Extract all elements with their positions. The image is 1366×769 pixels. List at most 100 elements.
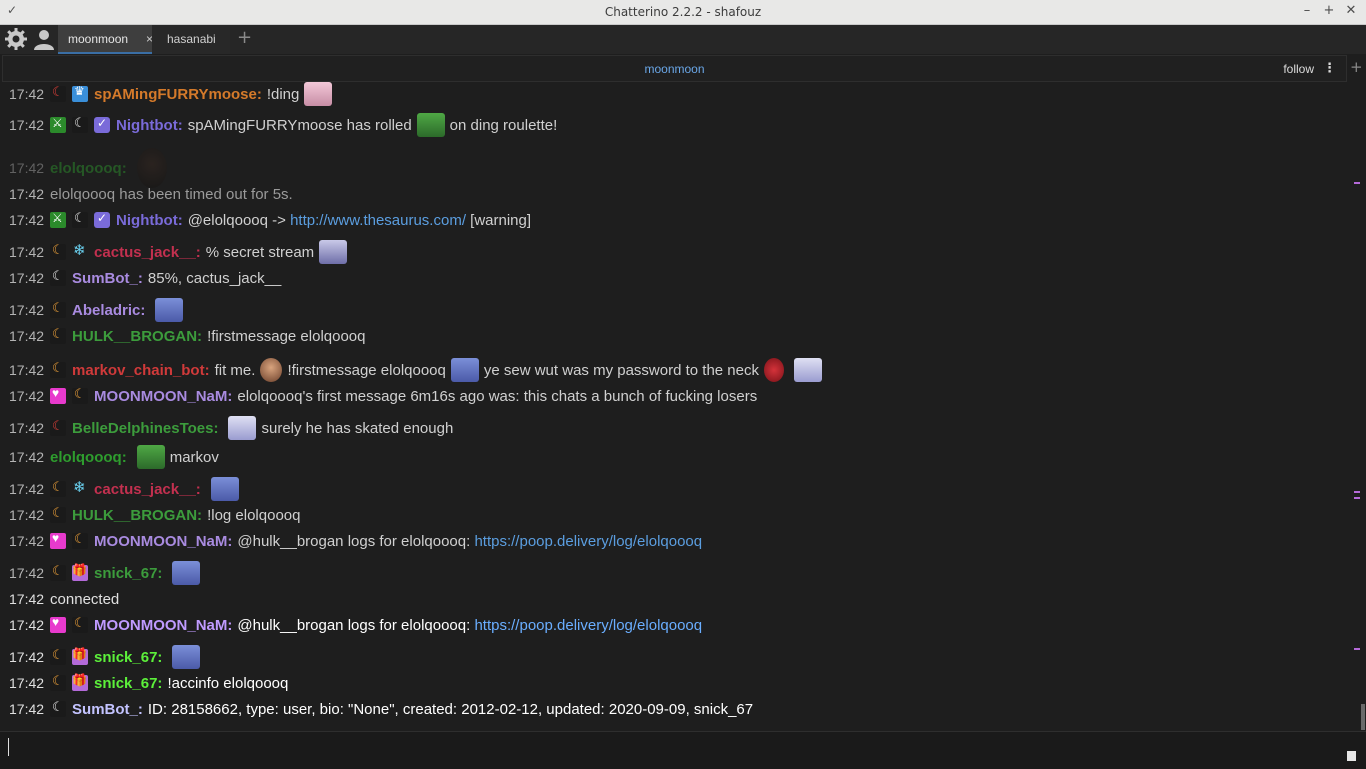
minimize-icon[interactable]: – [1300, 2, 1314, 20]
moon-badge-icon[interactable] [50, 300, 67, 318]
username[interactable]: SumBot_: [72, 270, 143, 287]
username[interactable]: snick_67: [94, 675, 162, 692]
moon-badge-icon[interactable] [50, 418, 67, 436]
timestamp: 17:42 [9, 117, 45, 133]
moon-badge-icon[interactable] [50, 326, 67, 344]
moon-badge-icon[interactable] [50, 505, 67, 523]
username[interactable]: HULK__BROGAN: [72, 328, 202, 345]
moon-badge-icon[interactable] [50, 268, 67, 286]
chat-message: 17:42 Nightbot: @elolqoooq -> http://www… [9, 208, 1360, 232]
message-text: elolqoooq's first message 6m16s ago was:… [237, 387, 758, 405]
username[interactable]: MOONMOON_NaM: [94, 388, 232, 405]
moon-badge-icon[interactable] [50, 360, 67, 378]
username[interactable]: markov_chain_bot: [72, 362, 210, 379]
window-title: Chatterino 2.2.2 - shafouz [604, 5, 762, 19]
chat-message: 17:42 HULK__BROGAN: !log elolqoooq [9, 503, 1360, 527]
moon-badge-icon[interactable] [72, 615, 89, 633]
moon-badge-icon[interactable] [50, 647, 67, 665]
emote-image[interactable] [450, 358, 479, 382]
chat-message: 17:42 SumBot_: 85%, cactus_jack__ [9, 266, 1360, 290]
emote-image[interactable] [319, 240, 348, 264]
chat-message: 17:42 markov_chain_bot: fit me. !firstme… [9, 358, 1360, 382]
emote-image[interactable] [794, 358, 822, 382]
emote-image[interactable] [304, 82, 333, 106]
emote-image[interactable] [260, 358, 283, 382]
scrollbar-thumb[interactable] [1361, 704, 1365, 730]
timestamp: 17:42 [9, 186, 45, 202]
gift-badge-icon[interactable] [72, 673, 89, 691]
username[interactable]: elolqoooq: [50, 160, 127, 177]
follow-button[interactable]: follow [1283, 62, 1314, 76]
message-link[interactable]: https://poop.delivery/log/elolqoooq [474, 617, 702, 634]
emote-picker-icon[interactable] [1347, 751, 1356, 761]
message-link[interactable]: http://www.thesaurus.com/ [290, 212, 466, 229]
gem-badge-icon[interactable] [50, 531, 67, 549]
chat-message: 17:42 spAMingFURRYmoose: !ding [9, 82, 1360, 106]
verified-bot-icon[interactable] [94, 211, 111, 228]
moon-badge-icon[interactable] [72, 210, 89, 228]
channel-name[interactable]: moonmoon [3, 62, 1346, 76]
username[interactable]: spAMingFURRYmoose: [94, 86, 262, 103]
username[interactable]: SumBot_: [72, 701, 143, 718]
message-link[interactable]: https://poop.delivery/log/elolqoooq [474, 533, 702, 550]
tab-moonmoon[interactable]: moonmoon × [58, 25, 160, 54]
username[interactable]: MOONMOON_NaM: [94, 617, 232, 634]
username[interactable]: Nightbot: [116, 117, 183, 134]
emote-image[interactable] [155, 298, 184, 322]
account-user-icon[interactable] [32, 27, 56, 51]
add-tab-button[interactable]: + [237, 26, 252, 50]
gem-badge-icon[interactable] [50, 615, 67, 633]
chat-message: 17:42 MOONMOON_NaM: @hulk__brogan logs f… [9, 529, 1360, 553]
timestamp: 17:42 [9, 328, 45, 344]
username[interactable]: Nightbot: [116, 212, 183, 229]
moderator-sword-icon[interactable] [50, 116, 67, 133]
add-split-button[interactable]: + [1350, 58, 1363, 76]
username[interactable]: snick_67: [94, 649, 162, 666]
chat-message: 17:42 cactus_jack__: % secret stream [9, 240, 1360, 264]
emote-image[interactable] [172, 645, 201, 669]
chat-message: 17:42 Nightbot: spAMingFURRYmoose has ro… [9, 113, 1360, 137]
moon-badge-icon[interactable] [72, 115, 89, 133]
chat-message-list[interactable]: 17:42 spAMingFURRYmoose: !ding 17:42 Nig… [0, 82, 1360, 730]
moderator-sword-icon[interactable] [50, 211, 67, 228]
moon-badge-icon[interactable] [72, 531, 89, 549]
emote-image[interactable] [210, 477, 239, 501]
emote-image[interactable] [172, 561, 201, 585]
close-window-icon[interactable]: ✕ [1344, 2, 1358, 20]
username[interactable]: cactus_jack__: [94, 481, 201, 498]
gem-badge-icon[interactable] [50, 386, 67, 404]
emote-image[interactable] [416, 113, 445, 137]
chat-message: 17:42 elolqoooq: markov [9, 445, 1360, 469]
username[interactable]: BelleDelphinesToes: [72, 420, 218, 437]
username[interactable]: HULK__BROGAN: [72, 507, 202, 524]
username[interactable]: MOONMOON_NaM: [94, 533, 232, 550]
moon-badge-icon[interactable] [50, 563, 67, 581]
moon-badge-icon[interactable] [50, 84, 67, 102]
username[interactable]: cactus_jack__: [94, 244, 201, 261]
moon-badge-icon[interactable] [50, 242, 67, 260]
settings-gear-icon[interactable] [4, 27, 28, 51]
emote-image[interactable] [228, 416, 257, 440]
split-menu-icon[interactable]: ⋮ [1323, 61, 1336, 76]
snowflake-badge-icon[interactable] [72, 241, 88, 260]
emote-image[interactable] [764, 358, 784, 382]
message-text: @elolqoooq -> [187, 211, 286, 229]
moon-badge-icon[interactable] [50, 479, 67, 497]
message-text: spAMingFURRYmoose has rolled [187, 116, 412, 134]
moon-badge-icon[interactable] [50, 673, 67, 691]
tab-hasanabi[interactable]: hasanabi [152, 25, 230, 54]
username[interactable]: snick_67: [94, 565, 162, 582]
username[interactable]: elolqoooq: [50, 449, 127, 466]
message-input[interactable] [0, 731, 1366, 769]
snowflake-badge-icon[interactable] [72, 478, 88, 497]
message-text: @hulk__brogan logs for elolqoooq: [237, 532, 471, 550]
moon-badge-icon[interactable] [72, 386, 89, 404]
gift-badge-icon[interactable] [72, 563, 89, 581]
username[interactable]: Abeladric: [72, 302, 145, 319]
gift-badge-icon[interactable] [72, 647, 89, 665]
verified-bot-icon[interactable] [94, 116, 111, 133]
maximize-icon[interactable]: + [1322, 2, 1336, 20]
crown-badge-icon[interactable] [72, 84, 89, 102]
emote-image[interactable] [136, 445, 165, 469]
moon-badge-icon[interactable] [50, 699, 67, 717]
